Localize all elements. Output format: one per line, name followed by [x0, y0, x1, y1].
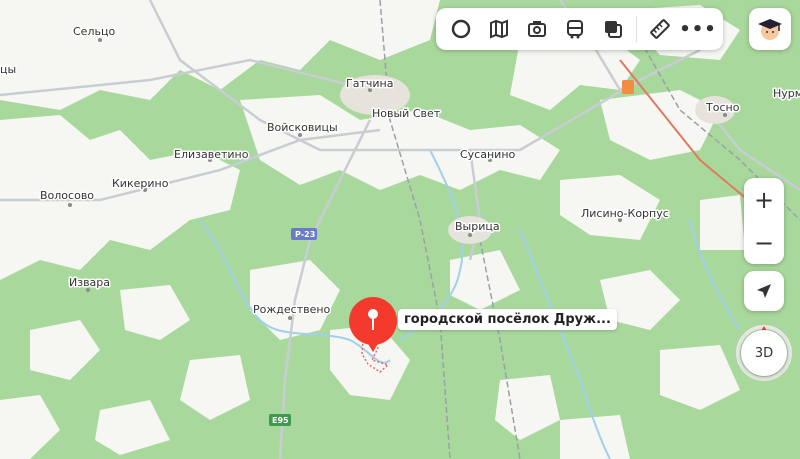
panorama-map-icon[interactable]	[480, 12, 518, 46]
place-label: Кикерино	[112, 177, 169, 190]
place-label: Нурм	[773, 87, 800, 100]
svg-text:E95: E95	[272, 416, 289, 425]
map-toolbar: •••	[436, 8, 723, 50]
place-label: Сусанино	[460, 148, 516, 161]
locate-me-button[interactable]	[744, 271, 784, 311]
place-label: Лисино-Корпус	[581, 207, 669, 220]
layers-circle-icon[interactable]	[442, 12, 480, 46]
place-label: Гатчина	[346, 77, 393, 90]
map-canvas[interactable]: Сельцо Гатчина Новый Свет Войсковицы Ели…	[0, 0, 800, 459]
camera-icon[interactable]	[518, 12, 556, 46]
svg-text:Р-23: Р-23	[295, 230, 315, 239]
road-badge-small	[622, 80, 634, 94]
place-label: Волосово	[40, 189, 94, 202]
place-label: Войсковицы	[267, 121, 338, 134]
more-menu-button[interactable]: •••	[679, 12, 717, 46]
place-label: Елизаветино	[174, 148, 249, 161]
ruler-icon[interactable]	[641, 12, 679, 46]
more-icon: •••	[679, 18, 717, 40]
zoom-control: + −	[744, 178, 784, 264]
place-label: Вырица	[455, 220, 500, 233]
place-label: Рождествено	[253, 303, 331, 316]
zoom-out-button[interactable]: −	[744, 221, 784, 264]
selected-place-label[interactable]: городской посёлок Друж...	[398, 309, 617, 330]
road-badge-r23: Р-23	[291, 228, 317, 240]
road-badge-e95: E95	[269, 414, 291, 426]
place-label: цы	[0, 63, 16, 76]
zoom-in-button[interactable]: +	[744, 178, 784, 221]
graduation-avatar-icon	[758, 19, 782, 40]
place-label: Тосно	[705, 101, 740, 114]
map-layers-icon[interactable]	[594, 12, 632, 46]
transit-bus-icon[interactable]	[556, 12, 594, 46]
user-avatar-button[interactable]	[749, 8, 791, 50]
view-3d-button[interactable]: 3D	[741, 330, 787, 376]
toolbar-divider	[636, 16, 637, 42]
place-label: Новый Свет	[372, 107, 441, 120]
place-label: Сельцо	[73, 25, 115, 38]
place-label: Извара	[69, 276, 110, 289]
navigation-arrow-icon	[757, 284, 771, 298]
